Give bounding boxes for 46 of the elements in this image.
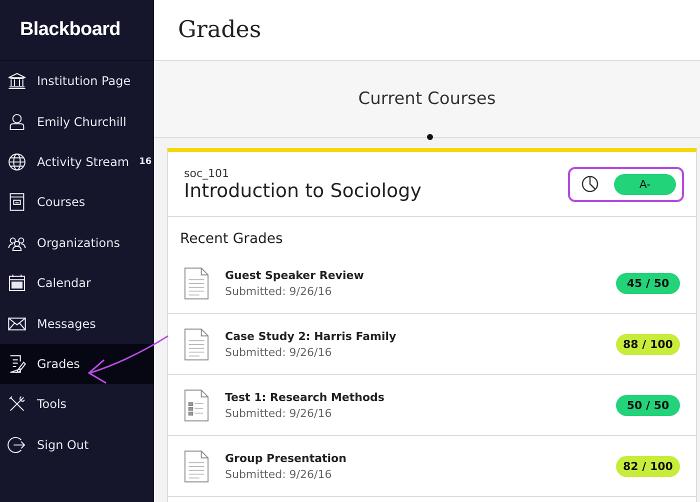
grade-row[interactable]: Guest Speaker Review Submitted: 9/26/16 45 / 50 bbox=[168, 253, 696, 314]
sidebar-item[interactable]: Organizations bbox=[0, 222, 154, 263]
assignment-title: Group Presentation bbox=[225, 452, 348, 464]
submitted-date: Submitted: 9/26/16 bbox=[225, 406, 333, 420]
submitted-date: Submitted: 9/26/16 bbox=[225, 468, 333, 480]
courses-icon bbox=[7, 192, 27, 212]
assignment-title: Test 1: Research Methods bbox=[225, 390, 386, 404]
sidebar-item[interactable]: Tools bbox=[0, 384, 154, 425]
score-badge: 50 / 50 bbox=[616, 394, 680, 416]
institution-icon bbox=[7, 71, 27, 92]
sidebar-item[interactable]: Activity Stream 16 bbox=[0, 142, 154, 182]
activity-count: 16 bbox=[139, 156, 152, 167]
grade-row[interactable]: Group Presentation Submitted: 9/26/16 82 / 100 bbox=[168, 436, 696, 497]
person-icon bbox=[7, 112, 27, 132]
recent-grades-heading: Recent Grades bbox=[179, 230, 284, 249]
submitted-date: Submitted: 9/26/16 bbox=[225, 346, 333, 358]
test-document-icon bbox=[184, 388, 209, 422]
section-title: Current Courses bbox=[358, 89, 496, 109]
sidebar-item[interactable]: Emily Churchill bbox=[0, 101, 154, 142]
grade-row[interactable]: Test 1: Research Methods Submitted: 9/26/16 50 / 50 bbox=[168, 375, 696, 436]
sidebar-item[interactable]: Grades bbox=[0, 344, 154, 384]
document-icon bbox=[184, 266, 209, 300]
submitted-date: Submitted: 9/26/16 bbox=[225, 284, 333, 298]
course-name: Introduction to Sociology bbox=[184, 180, 422, 202]
page-dot[interactable] bbox=[427, 134, 433, 140]
document-icon bbox=[184, 328, 209, 360]
globe-icon bbox=[7, 152, 27, 172]
score-badge: 82 / 100 bbox=[616, 456, 680, 476]
overall-grade[interactable]: A- bbox=[614, 174, 676, 194]
sidebar-item[interactable]: Messages bbox=[0, 303, 154, 344]
score-badge: 45 / 50 bbox=[616, 272, 680, 294]
calendar-icon bbox=[7, 273, 27, 294]
sidebar-item[interactable]: Calendar bbox=[0, 262, 154, 304]
page-title: Grades bbox=[178, 17, 262, 43]
sidebar-item[interactable]: Institution Page bbox=[0, 61, 154, 102]
course-code: soc_101 bbox=[184, 166, 230, 180]
sidebar-item[interactable]: Courses bbox=[0, 182, 154, 223]
document-icon bbox=[184, 450, 209, 482]
signout-icon bbox=[7, 434, 27, 455]
assignment-title: Guest Speaker Review bbox=[225, 268, 365, 282]
grades-icon bbox=[7, 354, 27, 374]
assignment-title: Case Study 2: Harris Family bbox=[225, 330, 398, 342]
grade-row[interactable]: Case Study 2: Harris Family Submitted: 9/26/16 88 / 100 bbox=[168, 314, 696, 375]
sidebar-item[interactable]: Sign Out bbox=[0, 424, 154, 465]
score-badge: 88 / 100 bbox=[616, 334, 680, 354]
chart-icon bbox=[580, 174, 600, 194]
